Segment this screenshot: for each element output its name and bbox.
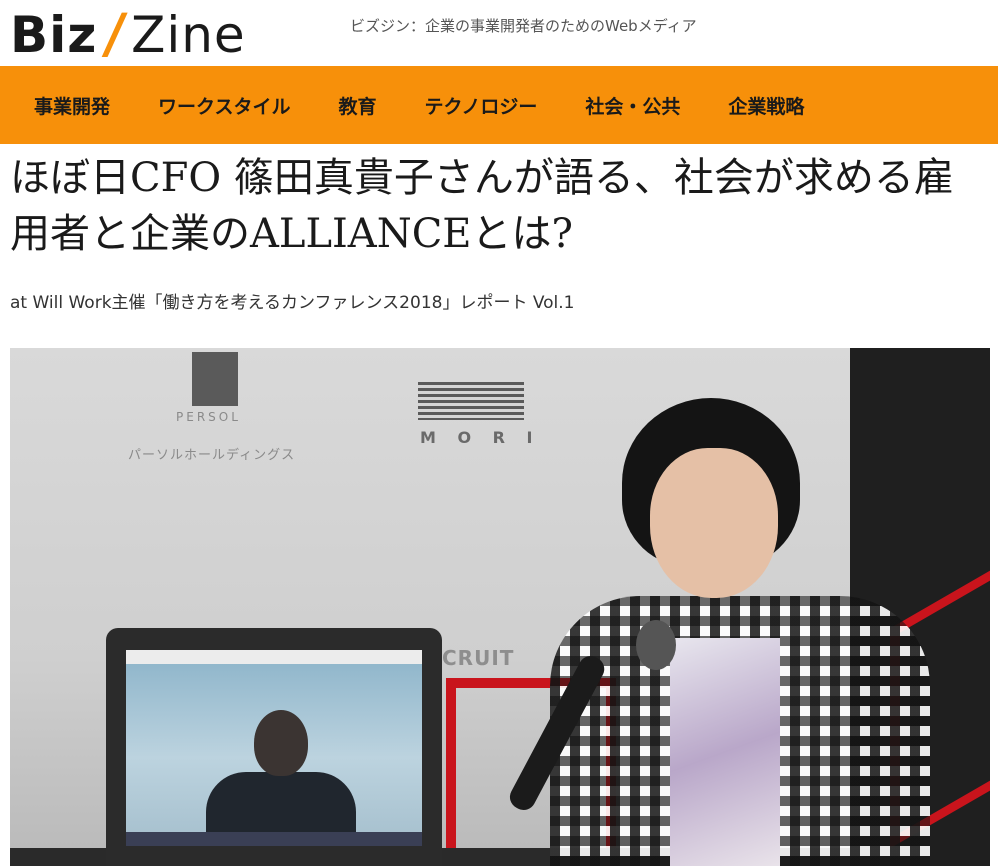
sponsor-recruit-text: CRUIT (442, 646, 515, 670)
nav-item-education[interactable]: 教育 (338, 92, 376, 119)
article-title: ほぼ日CFO 篠田真貴子さんが語る、社会が求める雇用者と企業のALLIANCEと… (10, 155, 954, 257)
nav-item-workstyle[interactable]: ワークスタイル (158, 92, 290, 119)
nav-item-technology[interactable]: テクノロジー (424, 92, 537, 119)
category-nav: 事業開発 ワークスタイル 教育 テクノロジー 社会・公共 企業戦略 (0, 66, 998, 144)
logo-zine: Zine (131, 6, 246, 64)
laptop-screen (126, 650, 422, 846)
laptop (106, 628, 442, 866)
site-logo[interactable]: Biz / Zine (10, 2, 246, 65)
sponsor-mori-text: M O R I (420, 428, 541, 447)
sponsor-persol-jp-text: パーソルホールディングス (128, 448, 296, 463)
nav-item-corporate-strategy[interactable]: 企業戦略 (728, 92, 804, 119)
speaker-face (650, 448, 778, 598)
nav-item-society-public[interactable]: 社会・公共 (585, 92, 680, 119)
nav-item-business-development[interactable]: 事業開発 (34, 92, 110, 119)
logo-slash: / (100, 2, 130, 65)
speaker-shirt (670, 638, 780, 866)
article-subtitle: at Will Work主催「働き方を考えるカンファレンス2018」レポート V… (10, 293, 575, 313)
remote-participant-body (206, 772, 356, 832)
sponsor-persol-logo (192, 352, 238, 406)
article-hero-photo: PERSOL パーソルホールディングス M O R I CRUIT (10, 348, 990, 866)
sponsor-mori-logo (418, 382, 524, 420)
sponsor-persol-text: PERSOL (176, 410, 241, 424)
nav-list: 事業開発 ワークスタイル 教育 テクノロジー 社会・公共 企業戦略 (0, 66, 998, 144)
remote-participant-head (254, 710, 308, 776)
microphone-head (636, 620, 676, 670)
logo-biz: Biz (10, 6, 98, 64)
site-tagline: ビズジン：企業の事業開発者のためのWebメディア (350, 17, 697, 35)
video-call-titlebar (126, 650, 422, 664)
site-header: Biz / Zine ビズジン：企業の事業開発者のためのWebメディア (0, 0, 998, 66)
laptop-taskbar (126, 832, 422, 846)
